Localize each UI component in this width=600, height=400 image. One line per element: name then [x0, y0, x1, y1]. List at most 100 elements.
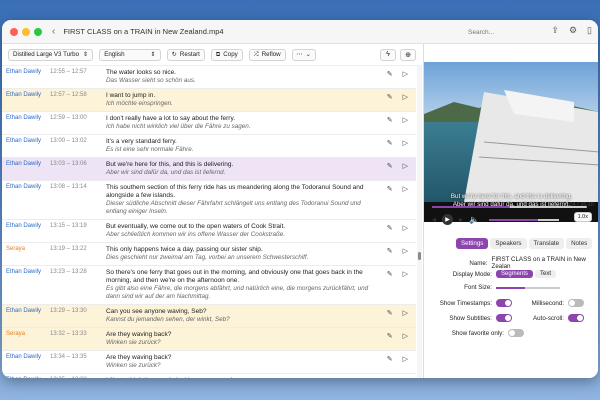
model-select[interactable]: Distilled Large V3 Turbo ⇕: [8, 48, 94, 61]
timestamp[interactable]: 13:35 – 13:38: [50, 377, 106, 378]
speaker-name[interactable]: Ethan Dawily: [2, 138, 50, 154]
edit-icon[interactable]: ✎: [387, 185, 393, 193]
original-text[interactable]: I don't really have a lot to say about t…: [106, 115, 376, 123]
transcript-row[interactable]: Ethan Dawily 13:15 – 13:19 But eventually,…: [2, 220, 416, 243]
language-select[interactable]: English ⇕: [99, 48, 161, 61]
timestamp[interactable]: 13:08 – 13:14: [50, 184, 106, 216]
font-size-slider[interactable]: [496, 286, 560, 289]
edit-icon[interactable]: ✎: [387, 224, 393, 232]
play-segment-icon[interactable]: ▷: [403, 116, 408, 124]
speaker-name[interactable]: Seraya: [2, 331, 50, 347]
timestamp[interactable]: 13:19 – 13:22: [50, 246, 106, 262]
volume-slider[interactable]: [489, 218, 559, 221]
original-text[interactable]: It's a very standard ferry.: [106, 138, 376, 146]
speaker-name[interactable]: Ethan Dawily: [2, 377, 50, 378]
back-chevron-icon[interactable]: ‹: [52, 26, 55, 37]
tab-settings[interactable]: Settings: [456, 238, 489, 249]
original-text[interactable]: I like to think the people inside saw me…: [106, 377, 376, 378]
timestamp[interactable]: 13:15 – 13:19: [50, 223, 106, 239]
tab-speakers[interactable]: Speakers: [490, 238, 527, 249]
speaker-name[interactable]: Ethan Dawily: [2, 115, 50, 131]
timestamp[interactable]: 13:29 – 13:30: [50, 308, 106, 324]
transcript-row[interactable]: Ethan Dawily 13:23 – 13:28 So there's one …: [2, 266, 416, 305]
play-segment-icon[interactable]: ▷: [403, 185, 408, 193]
transcript-row[interactable]: Ethan Dawily 12:59 – 13:00 I don't really …: [2, 112, 416, 135]
timestamp[interactable]: 13:03 – 13:06: [50, 161, 106, 177]
reflow-button[interactable]: ⤮ Reflow: [248, 48, 286, 61]
original-text[interactable]: I want to jump in.: [106, 92, 376, 100]
forward-icon[interactable]: ▸: [459, 215, 463, 224]
video-frame[interactable]: But we're here for this, and this is del…: [424, 62, 598, 222]
speaker-name[interactable]: Ethan Dawily: [2, 223, 50, 239]
mode-segments-button[interactable]: Segments: [496, 270, 534, 278]
play-segment-icon[interactable]: ▷: [403, 247, 408, 255]
edit-icon[interactable]: ✎: [387, 355, 393, 363]
minimize-window-button[interactable]: [22, 27, 30, 36]
transcript-row[interactable]: Ethan Dawily 13:34 – 13:35 Are they waving…: [2, 351, 416, 374]
gear-icon[interactable]: ⚙: [569, 25, 577, 36]
timestamp[interactable]: 12:57 – 12:58: [50, 92, 106, 108]
close-window-button[interactable]: [10, 27, 18, 36]
play-segment-icon[interactable]: ▷: [403, 162, 408, 170]
timestamp[interactable]: 13:00 – 13:02: [50, 138, 106, 154]
search-input[interactable]: [468, 26, 548, 38]
speed-select[interactable]: 1.0x: [573, 212, 592, 222]
play-segment-icon[interactable]: ▷: [403, 309, 408, 317]
scrollbar-thumb[interactable]: [418, 252, 421, 260]
show-subtitles-toggle[interactable]: [496, 314, 512, 322]
timestamp[interactable]: 13:32 – 13:33: [50, 331, 106, 347]
original-text[interactable]: This only happens twice a day, passing o…: [106, 246, 376, 254]
zoom-window-button[interactable]: [34, 27, 42, 36]
lightning-icon[interactable]: ϟ: [380, 48, 396, 61]
milliseconds-toggle[interactable]: [568, 299, 584, 307]
edit-icon[interactable]: ✎: [387, 270, 393, 278]
name-value[interactable]: FIRST CLASS on a TRAIN in New Zealan: [492, 256, 598, 270]
speaker-name[interactable]: Ethan Dawily: [2, 269, 50, 301]
edit-icon[interactable]: ✎: [387, 332, 393, 340]
edit-icon[interactable]: ✎: [387, 139, 393, 147]
play-segment-icon[interactable]: ▷: [403, 93, 408, 101]
show-timestamps-toggle[interactable]: [496, 299, 512, 307]
mode-text-button[interactable]: Text: [535, 270, 557, 278]
speaker-name[interactable]: Seraya: [2, 246, 50, 262]
show-favorite-toggle[interactable]: [508, 329, 524, 337]
speaker-name[interactable]: Ethan Dawily: [2, 69, 50, 85]
original-text[interactable]: Can you see anyone waving, Seb?: [106, 308, 376, 316]
auto-scroll-toggle[interactable]: [568, 314, 584, 322]
edit-icon[interactable]: ✎: [387, 116, 393, 124]
rewind-icon[interactable]: ◂: [432, 215, 436, 224]
edit-icon[interactable]: ✎: [387, 162, 393, 170]
timestamp[interactable]: 12:59 – 13:00: [50, 115, 106, 131]
play-segment-icon[interactable]: ▷: [403, 139, 408, 147]
speaker-name[interactable]: Ethan Dawily: [2, 184, 50, 216]
transcript-row[interactable]: Ethan Dawily 13:00 – 13:02 It's a very sta…: [2, 135, 416, 158]
transcript-row[interactable]: Ethan Dawily 13:08 – 13:14 This southern s…: [2, 181, 416, 220]
original-text[interactable]: But we're here for this, and this is del…: [106, 161, 376, 169]
play-segment-icon[interactable]: ▷: [403, 270, 408, 278]
transcript-row[interactable]: Ethan Dawily13:35 – 13:38I like to think…: [2, 374, 416, 378]
speaker-name[interactable]: Ethan Dawily: [2, 161, 50, 177]
speaker-name[interactable]: Ethan Dawily: [2, 92, 50, 108]
timestamp[interactable]: 12:55 – 12:57: [50, 69, 106, 85]
tab-notes[interactable]: Notes: [566, 238, 593, 249]
volume-icon[interactable]: 🔈: [469, 215, 479, 224]
original-text[interactable]: This southern section of this ferry ride…: [106, 184, 376, 200]
edit-icon[interactable]: ✎: [387, 309, 393, 317]
play-segment-icon[interactable]: ▷: [403, 224, 408, 232]
more-button[interactable]: ⋯ ⌄: [291, 48, 316, 61]
speaker-name[interactable]: Ethan Dawily: [2, 354, 50, 370]
sidebar-toggle-icon[interactable]: ▯: [587, 25, 592, 36]
original-text[interactable]: But eventually, we come out to the open …: [106, 223, 376, 231]
transcript-row[interactable]: Ethan Dawily 13:29 – 13:30 Can you see any…: [2, 305, 416, 328]
original-text[interactable]: Are they waving back?: [106, 354, 376, 362]
target-icon[interactable]: ⊕: [400, 48, 416, 61]
scrollbar[interactable]: [417, 66, 422, 378]
restart-button[interactable]: ↻ Restart: [166, 48, 205, 61]
timestamp[interactable]: 13:23 – 13:28: [50, 269, 106, 301]
play-button[interactable]: ▶: [442, 214, 454, 225]
edit-icon[interactable]: ✎: [387, 70, 393, 78]
original-text[interactable]: So there's one ferry that goes out in th…: [106, 269, 376, 285]
tab-translate[interactable]: Translate: [528, 238, 565, 249]
share-icon[interactable]: ⇪: [551, 25, 559, 36]
play-segment-icon[interactable]: ▷: [403, 332, 408, 340]
